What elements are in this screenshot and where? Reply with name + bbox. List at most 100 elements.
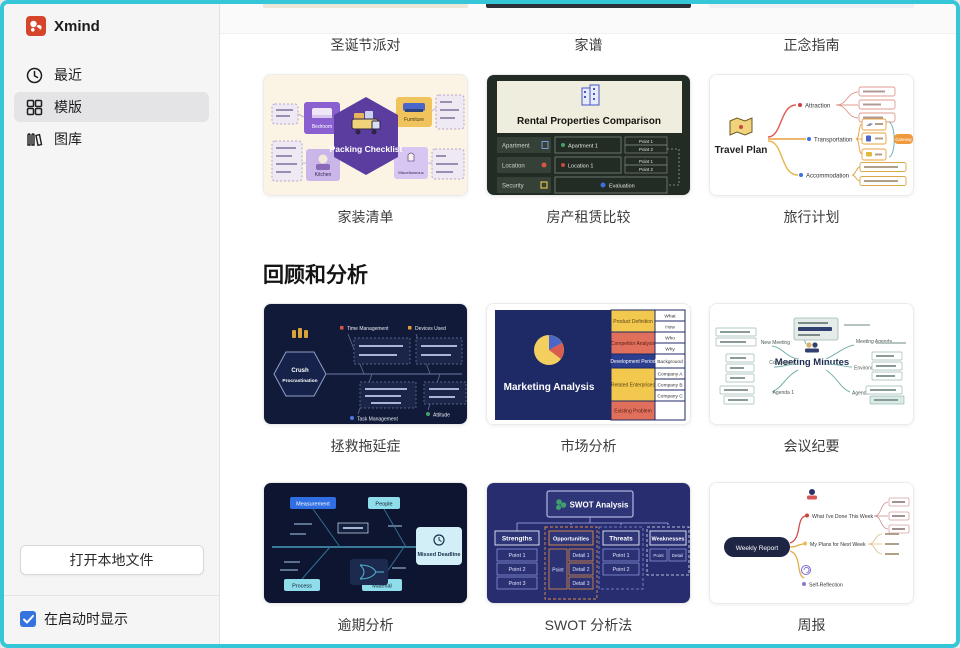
swot-item: Detail 3	[573, 581, 590, 587]
row-label: Apartment	[502, 144, 530, 150]
row-label: Location	[502, 164, 525, 170]
template-label: 逾期分析	[263, 615, 468, 633]
branch-label: Devices Used	[415, 326, 446, 332]
checkmark-icon	[23, 615, 34, 624]
branch-label: Furniture	[404, 117, 424, 123]
template-gallery: ✕ 圣诞节派对 家谱 正念指南	[220, 4, 956, 644]
sidebar: Xmind 最近 模版	[4, 4, 220, 644]
point-label: Point 1	[639, 159, 654, 164]
branch-label: Accommodation	[806, 174, 849, 180]
xmind-template-window: Xmind 最近 模版	[0, 0, 960, 648]
sub-cell: How	[665, 325, 675, 331]
template-card-packing-checklist[interactable]: Bedroom Kitchen Furniture Miscellaneou	[263, 74, 468, 225]
branch-label: What I've Done This Week	[812, 514, 873, 520]
branch-label: Self-Reflection	[809, 583, 843, 589]
startup-option-row: 在启动时显示	[4, 595, 219, 644]
template-card-meeting-minutes[interactable]: Meeting Minutes	[709, 303, 914, 454]
branch-label: Attraction	[805, 104, 830, 110]
library-icon	[26, 131, 43, 148]
node-label: Process	[292, 583, 312, 589]
template-card-marketing-analysis[interactable]: Marketing Analysis	[486, 303, 691, 454]
sub-cell: Company B	[657, 383, 682, 389]
open-local-file-button[interactable]: 打开本地文件	[20, 545, 204, 575]
packing-thumbnail: Bedroom Kitchen Furniture Miscellaneou	[263, 74, 468, 196]
column-name: Strengths	[502, 536, 533, 543]
meeting-thumbnail: Meeting Minutes	[709, 303, 914, 425]
map-icon	[730, 118, 752, 135]
template-card-overdue-analysis[interactable]: Measurement People Process Material	[263, 482, 468, 633]
sub-cell: Who	[665, 336, 675, 342]
app-brand: Xmind	[4, 4, 219, 36]
train-icon	[866, 136, 871, 142]
row-name: Existing Problem	[614, 409, 652, 415]
app-title: Xmind	[54, 18, 100, 35]
branch-label: Conclusion	[769, 360, 794, 366]
thumb-title-1: Crush	[291, 368, 309, 374]
cropped-thumbnail[interactable]	[263, 4, 468, 8]
overdue-thumbnail: Measurement People Process Material	[263, 482, 468, 604]
branch-label: Time Management	[347, 326, 389, 332]
cropped-thumbnail[interactable]	[486, 4, 691, 8]
branch-label: Transportation	[814, 138, 852, 144]
cropped-row-strip	[220, 4, 956, 34]
branch-label: Task Management	[357, 417, 398, 423]
template-label: 房产租赁比较	[486, 207, 691, 225]
template-label: 旅行计划	[709, 207, 914, 225]
sidebar-item-label: 最近	[54, 65, 82, 85]
sidebar-item-library[interactable]: 图库	[14, 124, 209, 154]
swot-item: Point	[653, 553, 664, 558]
branch-label: New Meeting	[761, 340, 790, 346]
column-name: Opportunities	[553, 537, 589, 543]
thumb-title: SWOT Analysis	[570, 501, 629, 510]
thumb-title: Missed Deadline	[417, 552, 460, 558]
sub-cell: Why	[665, 347, 675, 353]
sub-cell: Company C	[657, 394, 683, 400]
cell-label: Location 1	[568, 163, 593, 169]
sidebar-nav: 最近 模版 图库	[4, 60, 219, 156]
template-row: Bedroom Kitchen Furniture Miscellaneou	[263, 74, 956, 225]
show-on-startup-label: 在启动时显示	[44, 609, 128, 629]
node-label: Measurement	[296, 501, 330, 507]
procrastination-thumbnail: Crush Procrastination Time Management	[263, 303, 468, 425]
cell-label: Evaluation	[609, 183, 635, 189]
swot-thumbnail: SWOT Analysis Strengths	[486, 482, 691, 604]
marketing-thumbnail: Marketing Analysis	[486, 303, 691, 425]
template-card-rental-comparison[interactable]: Rental Properties Comparison Apartment L…	[486, 74, 691, 225]
template-card-weekly-report[interactable]: Weekly Report What I've Done This Week	[709, 482, 914, 633]
template-label: 家装清单	[263, 207, 468, 225]
swot-item: Detail 1	[573, 553, 590, 559]
branch-label: Attitude	[433, 413, 450, 419]
thumb-title: Weekly Report	[736, 545, 779, 552]
template-card-travel-plan[interactable]: Travel Plan Attraction	[709, 74, 914, 225]
cell-label: Apartment 1	[568, 143, 598, 149]
template-card-procrastination[interactable]: Crush Procrastination Time Management	[263, 303, 468, 454]
row-label: Security	[502, 184, 524, 190]
sidebar-item-recent[interactable]: 最近	[14, 60, 209, 90]
row-name: Product Definition	[613, 319, 653, 325]
swot-item: Point	[552, 568, 564, 574]
building-icon	[582, 85, 599, 105]
thumb-title: Travel Plan	[715, 145, 768, 156]
tag-label: Gateway	[895, 137, 912, 142]
template-card-swot-analysis[interactable]: SWOT Analysis Strengths	[486, 482, 691, 633]
branch-label: Bedroom	[312, 124, 332, 130]
show-on-startup-checkbox[interactable]	[20, 611, 36, 627]
partial-labels-row: 圣诞节派对 家谱 正念指南	[263, 34, 956, 56]
swot-item: Point 2	[508, 567, 525, 573]
swot-item: Point 1	[508, 553, 525, 559]
template-label: 正念指南	[709, 35, 914, 55]
point-label: Point 1	[639, 139, 654, 144]
swot-item: Detail 2	[573, 567, 590, 573]
sidebar-item-templates[interactable]: 模版	[14, 92, 209, 122]
cropped-thumbnail[interactable]	[709, 4, 914, 8]
swot-item: Point 3	[508, 581, 525, 587]
template-label: SWOT 分析法	[486, 615, 691, 633]
point-label: Point 2	[639, 167, 654, 172]
pie-chart-icon	[534, 335, 564, 365]
sidebar-item-label: 模版	[54, 97, 82, 117]
template-label: 市场分析	[486, 436, 691, 454]
xmind-logo-icon	[26, 16, 46, 36]
clock-icon	[26, 67, 43, 84]
row-name: Related Enterprises	[611, 383, 655, 389]
column-name: Threats	[609, 536, 633, 543]
